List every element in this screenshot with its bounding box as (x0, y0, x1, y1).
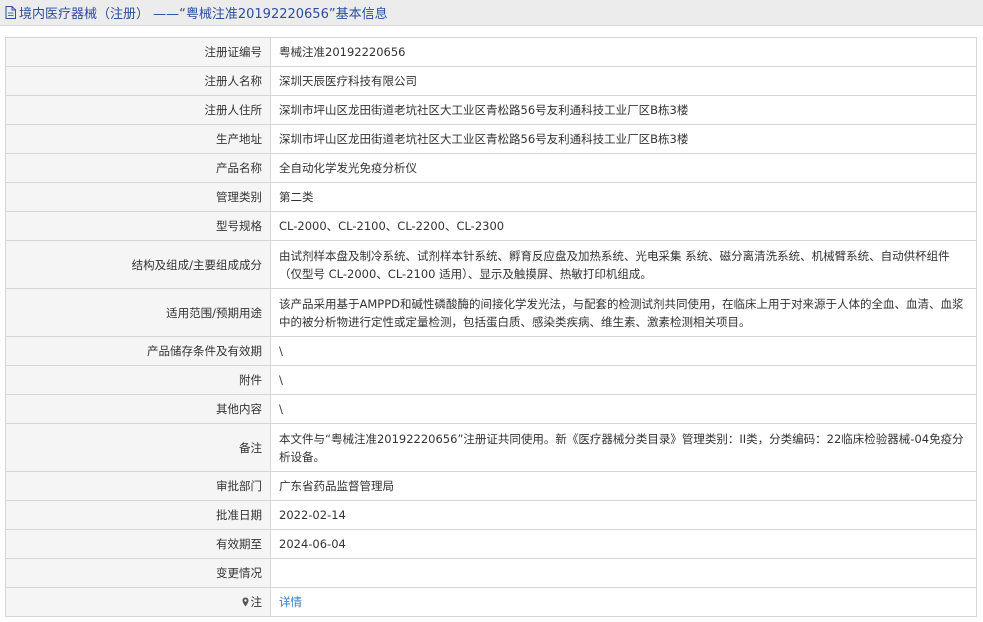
row-value: 粤械注准20192220656 (270, 37, 977, 67)
table-row: 审批部门 广东省药品监督管理局 (5, 471, 977, 501)
note-label-cell: 注 (5, 587, 271, 617)
row-value: CL-2000、CL-2100、CL-2200、CL-2300 (270, 211, 977, 241)
row-value: 全自动化学发光免疫分析仪 (270, 153, 977, 183)
table-row: 有效期至 2024-06-04 (5, 529, 977, 559)
table-row: 批准日期 2022-02-14 (5, 500, 977, 530)
document-icon (5, 6, 16, 19)
table-row: 生产地址 深圳市坪山区龙田街道老坑社区大工业区青松路56号友利通科技工业厂区B栋… (5, 124, 977, 154)
row-value: 深圳市坪山区龙田街道老坑社区大工业区青松路56号友利通科技工业厂区B栋3楼 (270, 95, 977, 125)
row-label: 适用范围/预期用途 (5, 288, 271, 337)
info-table: 注册证编号 粤械注准20192220656 注册人名称 深圳天辰医疗科技有限公司… (5, 37, 977, 617)
row-label: 产品名称 (5, 153, 271, 183)
details-link[interactable]: 详情 (279, 595, 302, 609)
row-value: \ (270, 336, 977, 366)
table-row: 产品名称 全自动化学发光免疫分析仪 (5, 153, 977, 183)
table-row: 变更情况 (5, 558, 977, 588)
table-row: 附件 \ (5, 365, 977, 395)
row-label: 型号规格 (5, 211, 271, 241)
table-row: 产品储存条件及有效期 \ (5, 336, 977, 366)
page-title: 境内医疗器械（注册） ——“粤械注准20192220656”基本信息 (19, 7, 388, 22)
row-label: 审批部门 (5, 471, 271, 501)
row-value: 该产品采用基于AMPPD和碱性磷酸酶的间接化学发光法，与配套的检测试剂共同使用，… (270, 288, 977, 337)
table-row: 结构及组成/主要组成成分 由试剂样本盘及制冷系统、试剂样本针系统、孵育反应盘及加… (5, 240, 977, 289)
row-value: 本文件与“粤械注准20192220656”注册证共同使用。新《医疗器械分类目录》… (270, 423, 977, 472)
note-value-cell: 详情 (270, 587, 977, 617)
table-row: 适用范围/预期用途 该产品采用基于AMPPD和碱性磷酸酶的间接化学发光法，与配套… (5, 288, 977, 337)
location-pin-icon (242, 597, 248, 607)
page-header: 境内医疗器械（注册） ——“粤械注准20192220656”基本信息 (0, 0, 983, 26)
row-value: 深圳天辰医疗科技有限公司 (270, 66, 977, 96)
row-value (270, 558, 977, 588)
row-value: 由试剂样本盘及制冷系统、试剂样本针系统、孵育反应盘及加热系统、光电采集 系统、磁… (270, 240, 977, 289)
note-label: 注 (250, 595, 263, 609)
row-label: 产品储存条件及有效期 (5, 336, 271, 366)
row-value: 2022-02-14 (270, 500, 977, 530)
table-row: 其他内容 \ (5, 394, 977, 424)
row-value: 广东省药品监督管理局 (270, 471, 977, 501)
row-label: 注册人住所 (5, 95, 271, 125)
row-label: 备注 (5, 423, 271, 472)
note-row: 注 详情 (5, 587, 977, 617)
table-row: 注册证编号 粤械注准20192220656 (5, 37, 977, 67)
row-label: 有效期至 (5, 529, 271, 559)
row-value: \ (270, 365, 977, 395)
table-row: 注册人名称 深圳天辰医疗科技有限公司 (5, 66, 977, 96)
row-value: \ (270, 394, 977, 424)
row-label: 生产地址 (5, 124, 271, 154)
row-value: 第二类 (270, 182, 977, 212)
row-label: 其他内容 (5, 394, 271, 424)
table-row: 管理类别 第二类 (5, 182, 977, 212)
row-label: 结构及组成/主要组成成分 (5, 240, 271, 289)
row-label: 附件 (5, 365, 271, 395)
row-label: 变更情况 (5, 558, 271, 588)
table-row: 备注 本文件与“粤械注准20192220656”注册证共同使用。新《医疗器械分类… (5, 423, 977, 472)
row-value: 2024-06-04 (270, 529, 977, 559)
row-label: 批准日期 (5, 500, 271, 530)
row-label: 注册人名称 (5, 66, 271, 96)
table-row: 型号规格 CL-2000、CL-2100、CL-2200、CL-2300 (5, 211, 977, 241)
row-label: 注册证编号 (5, 37, 271, 67)
table-row: 注册人住所 深圳市坪山区龙田街道老坑社区大工业区青松路56号友利通科技工业厂区B… (5, 95, 977, 125)
row-value: 深圳市坪山区龙田街道老坑社区大工业区青松路56号友利通科技工业厂区B栋3楼 (270, 124, 977, 154)
row-label: 管理类别 (5, 182, 271, 212)
